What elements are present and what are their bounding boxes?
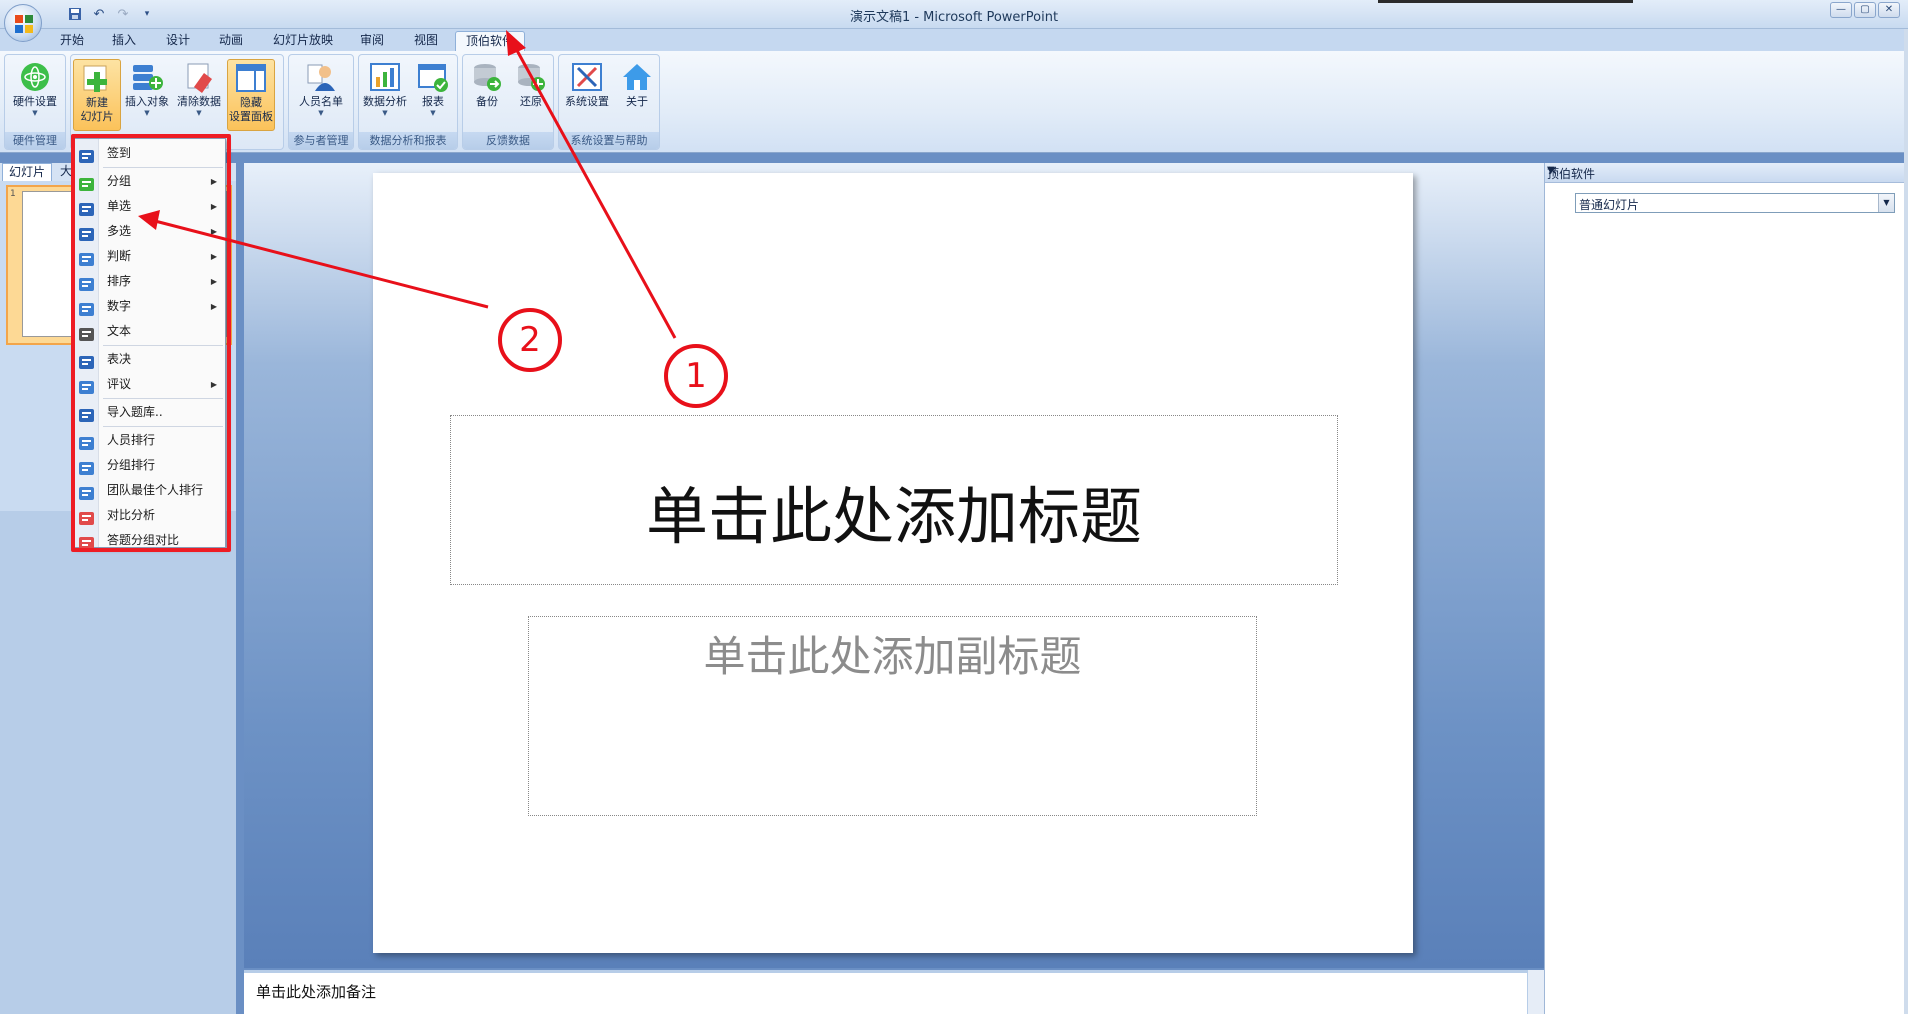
home-icon [620, 61, 654, 93]
database-backup-icon [470, 61, 504, 93]
group-label-participants: 参与者管理 [289, 132, 353, 149]
about-button[interactable]: 关于 [613, 59, 661, 131]
group-label-hardware: 硬件管理 [5, 132, 65, 149]
tab-design[interactable]: 设计 [156, 31, 200, 51]
user-icon [304, 61, 338, 93]
settings-tools-icon [570, 61, 604, 93]
panel-icon [234, 62, 268, 94]
task-pane-close-icon[interactable]: ✕ [1547, 164, 1905, 179]
office-button[interactable] [4, 4, 42, 42]
new-slide-button[interactable]: 新建 幻灯片 [73, 59, 121, 131]
system-settings-button[interactable]: 系统设置 [561, 59, 613, 131]
hide-panel-label-1: 隐藏 [240, 96, 262, 109]
tab-slide-show[interactable]: 幻灯片放映 [263, 31, 343, 51]
hide-settings-panel-button[interactable]: 隐藏 设置面板 [227, 59, 275, 131]
eraser-icon [182, 61, 216, 93]
insert-object-icon [130, 61, 164, 93]
database-restore-icon [514, 61, 548, 93]
task-pane-header: 顶伯软件 ▼ ✕ [1545, 163, 1908, 183]
task-pane: 顶伯软件 ▼ ✕ 普通幻灯片 ▼ [1544, 163, 1908, 1014]
window-title: 演示文稿1 - Microsoft PowerPoint [849, 10, 1059, 25]
bar-chart-icon [368, 61, 402, 93]
slide-type-value: 普通幻灯片 [1579, 198, 1640, 212]
restore-data-label: 还原 [520, 95, 542, 108]
tab-insert[interactable]: 插入 [102, 31, 146, 51]
title-placeholder-text: 单击此处添加标题 [645, 480, 1142, 553]
chevron-down-icon: ▼ [430, 109, 436, 117]
tab-animations[interactable]: 动画 [209, 31, 253, 51]
group-label-analysis: 数据分析和报表 [359, 132, 457, 149]
tab-view[interactable]: 视图 [404, 31, 448, 51]
tab-slides[interactable]: 幻灯片 [2, 163, 53, 181]
system-settings-label: 系统设置 [565, 95, 609, 108]
title-bar: ↶ ↷ ▾ 演示文稿1 - Microsoft PowerPoint — ▢ ✕ [0, 0, 1908, 29]
insert-object-button[interactable]: 插入对象 ▼ [123, 59, 171, 131]
chevron-down-icon: ▼ [32, 109, 38, 117]
hide-panel-label-2: 设置面板 [229, 110, 273, 123]
title-bar-overlay [1378, 0, 1633, 3]
report-label: 报表 [422, 95, 444, 108]
hardware-settings-label: 硬件设置 [13, 95, 57, 108]
restore-button[interactable]: ▢ [1854, 2, 1876, 18]
chevron-down-icon: ▼ [144, 109, 150, 117]
annotation-highlight-box [71, 134, 231, 552]
office-logo-icon [15, 15, 33, 33]
backup-label: 备份 [476, 95, 498, 108]
subtitle-placeholder[interactable]: 单击此处添加副标题 [528, 616, 1257, 816]
annotation-marker-2: 2 [498, 308, 562, 372]
ribbon-tab-bar: 开始 插入 设计 动画 幻灯片放映 审阅 视图 顶伯软件 [0, 29, 1908, 51]
subtitle-placeholder-text: 单击此处添加副标题 [703, 632, 1082, 681]
chevron-down-icon: ▼ [318, 109, 324, 117]
about-label: 关于 [626, 95, 648, 108]
participant-list-label: 人员名单 [299, 95, 343, 108]
group-participant-management: 人员名单 ▼ 参与者管理 [288, 54, 354, 150]
new-slide-icon [80, 62, 114, 94]
slide: 单击此处添加标题 单击此处添加副标题 [373, 173, 1413, 953]
group-label-system: 系统设置与帮助 [559, 132, 659, 149]
annotation-marker-1: 1 [664, 344, 728, 408]
clear-data-button[interactable]: 清除数据 ▼ [175, 59, 223, 131]
close-button[interactable]: ✕ [1878, 2, 1900, 18]
data-analysis-button[interactable]: 数据分析 ▼ [361, 59, 409, 131]
group-hardware: 硬件设置 ▼ 硬件管理 [4, 54, 66, 150]
clear-data-label: 清除数据 [177, 95, 221, 108]
tab-dingbo-software[interactable]: 顶伯软件 [455, 31, 526, 51]
restore-data-button[interactable]: 还原 [507, 59, 555, 131]
notes-placeholder: 单击此处添加备注 [256, 983, 377, 1001]
insert-object-label: 插入对象 [125, 95, 169, 108]
atom-icon [18, 61, 52, 93]
chevron-down-icon: ▼ [196, 109, 202, 117]
data-analysis-label: 数据分析 [363, 95, 407, 108]
tab-review[interactable]: 审阅 [350, 31, 394, 51]
backup-button[interactable]: 备份 [463, 59, 511, 131]
chevron-down-icon: ▼ [382, 109, 388, 117]
slide-type-select[interactable]: 普通幻灯片 ▼ [1575, 193, 1895, 213]
group-analysis: 数据分析 ▼ 报表 ▼ 数据分析和报表 [358, 54, 458, 150]
group-system-help: 系统设置 关于 系统设置与帮助 [558, 54, 660, 150]
ribbon: 硬件设置 ▼ 硬件管理 新建 幻灯片 插入对象 ▼ 清除数据 ▼ 隐藏 设置面板… [0, 51, 1908, 153]
title-placeholder[interactable]: 单击此处添加标题 [450, 415, 1338, 585]
tab-home[interactable]: 开始 [50, 31, 94, 51]
report-button[interactable]: 报表 ▼ [409, 59, 457, 131]
notes-pane[interactable]: 单击此处添加备注 [244, 970, 1532, 1014]
group-feedback-data: 备份 还原 反馈数据 [462, 54, 554, 150]
slide-number: 1 [10, 189, 16, 199]
hardware-settings-button[interactable]: 硬件设置 ▼ [11, 59, 59, 131]
participant-list-button[interactable]: 人员名单 ▼ [297, 59, 345, 131]
new-slide-label-2: 幻灯片 [80, 110, 114, 123]
window-controls: — ▢ ✕ [1830, 2, 1900, 18]
minimize-button[interactable]: — [1830, 2, 1852, 18]
group-label-feedback: 反馈数据 [463, 132, 553, 149]
window-edge [1904, 29, 1908, 1014]
chevron-down-icon[interactable]: ▼ [1878, 194, 1894, 212]
notes-scrollbar[interactable] [1527, 970, 1544, 1014]
report-icon [416, 61, 450, 93]
new-slide-label-1: 新建 [86, 96, 108, 109]
